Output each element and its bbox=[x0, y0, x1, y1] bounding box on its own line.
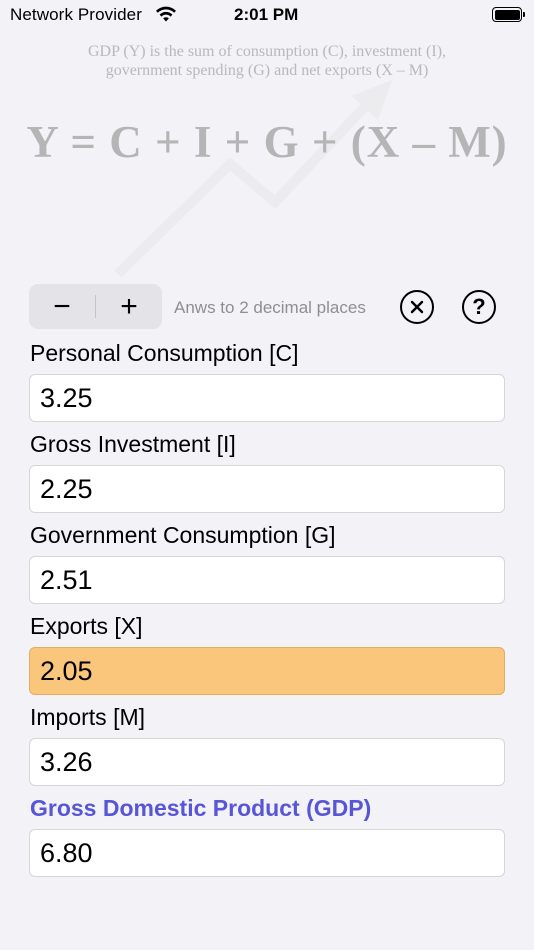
exports-field[interactable]: 2.05 bbox=[29, 647, 505, 695]
imports-field[interactable]: 3.26 bbox=[29, 738, 505, 786]
decrement-button[interactable]: − bbox=[29, 284, 95, 329]
formula-caption: GDP (Y) is the sum of consumption (C), i… bbox=[40, 42, 494, 80]
decimal-stepper[interactable]: − + bbox=[29, 284, 162, 329]
status-time: 2:01 PM bbox=[234, 5, 299, 24]
investment-label: Gross Investment [I] bbox=[30, 431, 236, 457]
consumption-field[interactable]: 3.25 bbox=[29, 374, 505, 422]
government-consumption-label: Government Consumption [G] bbox=[30, 522, 336, 548]
caption-line-2: government spending (G) and net exports … bbox=[105, 62, 429, 79]
gdp-formula-illustration: GDP (Y) is the sum of consumption (C), i… bbox=[0, 34, 534, 284]
investment-field[interactable]: 2.25 bbox=[29, 465, 505, 513]
wifi-icon bbox=[156, 6, 176, 22]
close-icon bbox=[410, 300, 424, 314]
decimal-places-hint: Anws to 2 decimal places bbox=[174, 298, 366, 317]
imports-label: Imports [M] bbox=[30, 704, 146, 730]
increment-button[interactable]: + bbox=[96, 284, 162, 329]
help-button[interactable]: ? bbox=[462, 290, 496, 324]
government-consumption-field[interactable]: 2.51 bbox=[29, 556, 505, 604]
carrier-name: Network Provider bbox=[10, 5, 142, 24]
clear-button[interactable] bbox=[400, 290, 434, 324]
status-bar: Network Provider 2:01 PM bbox=[0, 0, 534, 30]
gdp-result-field[interactable]: 6.80 bbox=[29, 829, 505, 877]
exports-label: Exports [X] bbox=[30, 613, 143, 639]
caption-line-1: GDP (Y) is the sum of consumption (C), i… bbox=[87, 43, 447, 60]
gdp-equation: Y = C + I + G + (X – M) bbox=[26, 117, 508, 167]
gdp-result-label: Gross Domestic Product (GDP) bbox=[30, 795, 372, 821]
consumption-label: Personal Consumption [C] bbox=[30, 340, 299, 366]
battery-icon bbox=[492, 7, 525, 22]
